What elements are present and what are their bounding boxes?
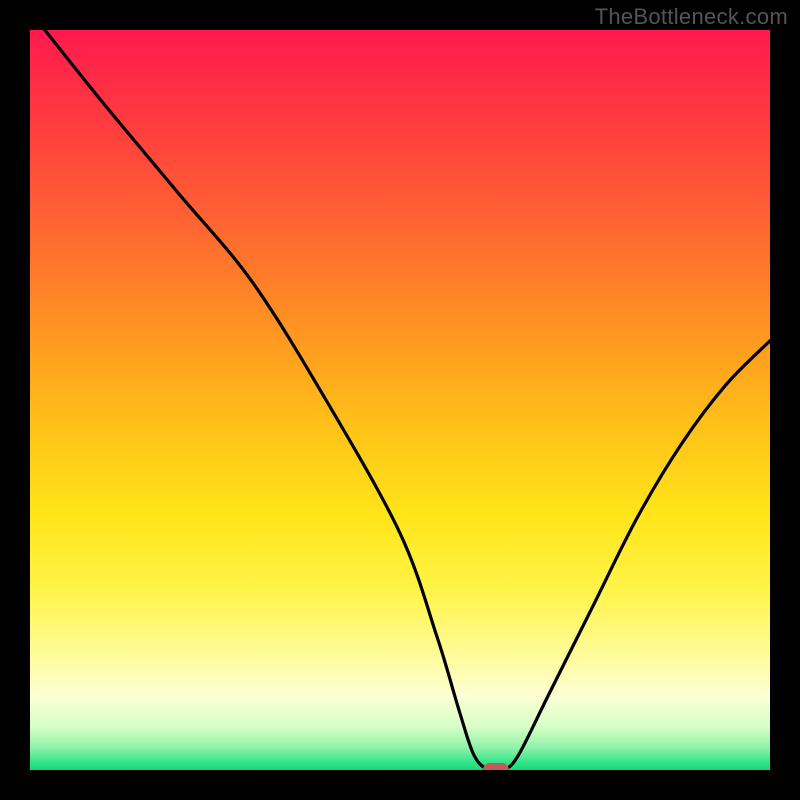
- optimum-marker: [483, 763, 509, 770]
- watermark-text: TheBottleneck.com: [595, 4, 788, 30]
- chart-frame: TheBottleneck.com: [0, 0, 800, 800]
- bottleneck-curve: [30, 30, 770, 770]
- plot-area: [30, 30, 770, 770]
